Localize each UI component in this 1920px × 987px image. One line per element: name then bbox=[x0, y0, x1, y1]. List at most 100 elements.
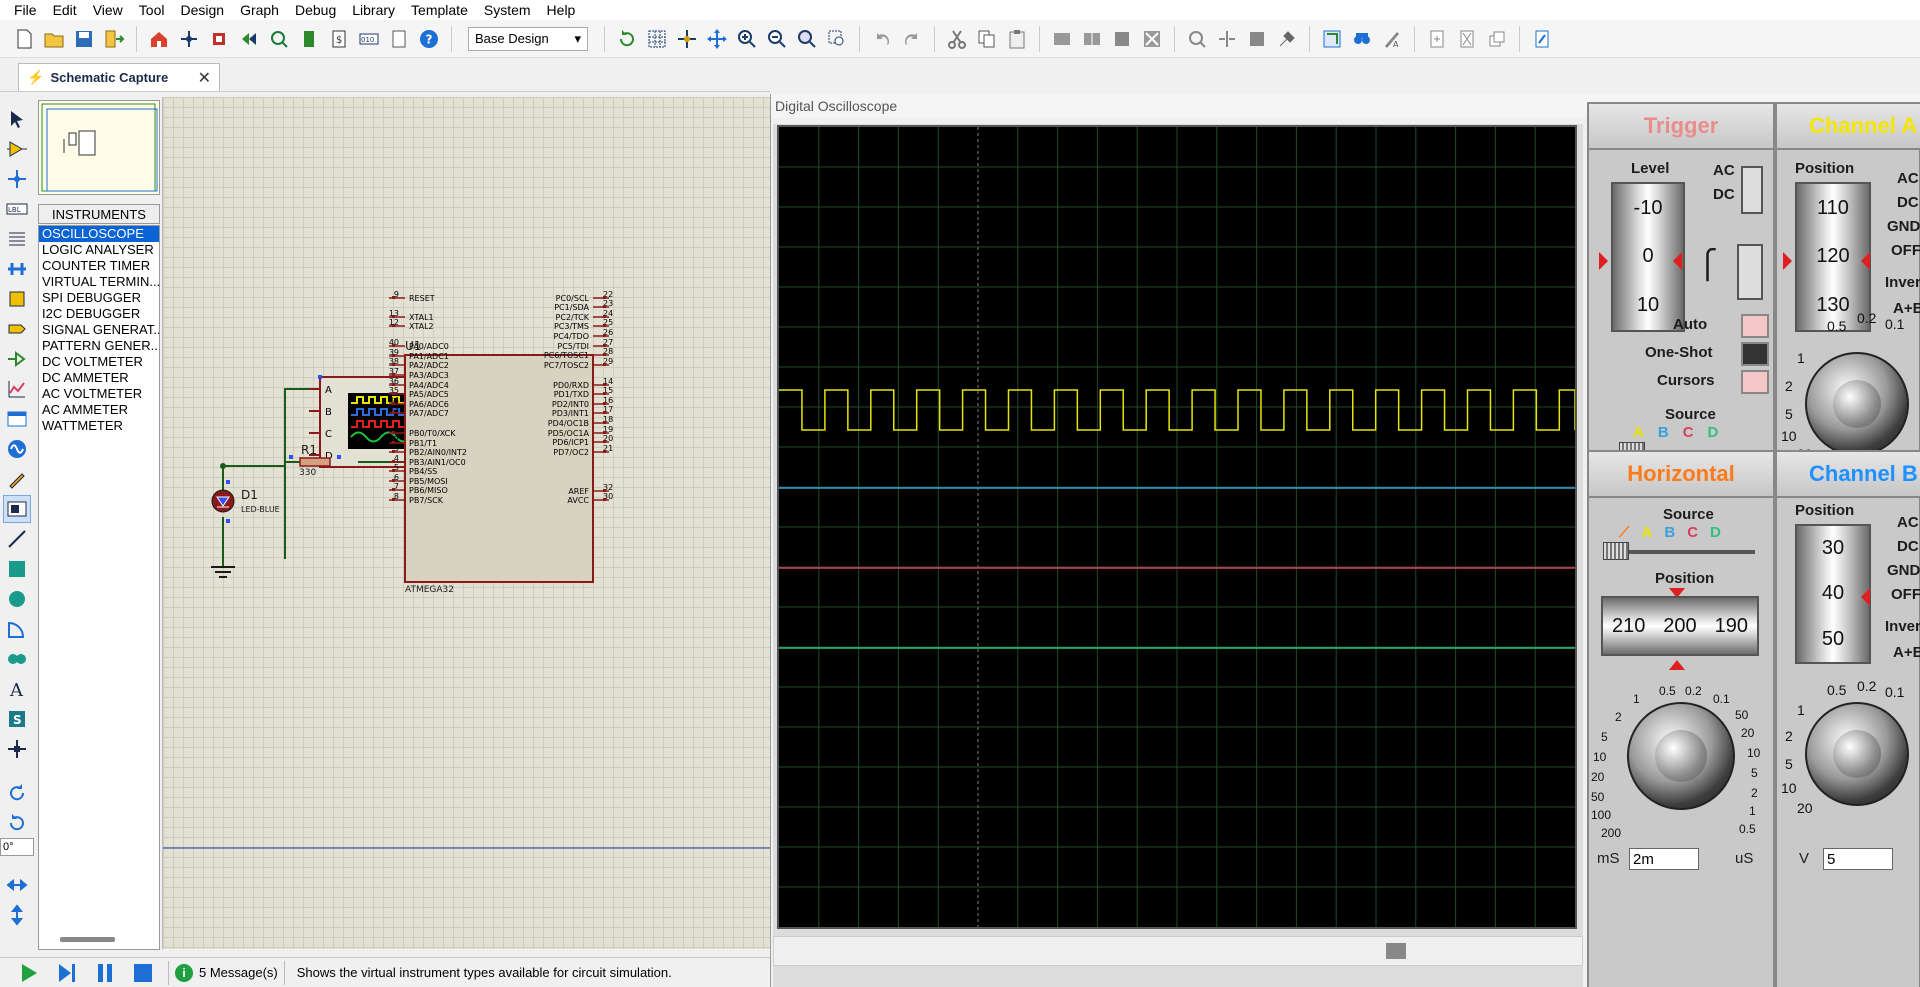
remove-sheet-icon[interactable] bbox=[1453, 25, 1481, 53]
wire-autorouter-icon[interactable] bbox=[1318, 25, 1346, 53]
3d-viewer-icon[interactable] bbox=[265, 25, 293, 53]
cursors-button[interactable] bbox=[1741, 370, 1769, 394]
wire-label-icon[interactable]: LBL bbox=[3, 195, 31, 223]
zoom-area-icon[interactable] bbox=[823, 25, 851, 53]
zoom-all-icon[interactable] bbox=[793, 25, 821, 53]
instrument-list-item[interactable]: VIRTUAL TERMIN... bbox=[39, 274, 159, 290]
menu-tool[interactable]: Tool bbox=[131, 0, 173, 20]
rotate-anticlockwise-icon[interactable] bbox=[3, 809, 31, 837]
cha-invert[interactable]: Invert bbox=[1885, 274, 1920, 291]
overview-window[interactable] bbox=[38, 100, 160, 195]
chb-gnd[interactable]: GND bbox=[1887, 562, 1920, 579]
channel-b-position-drum[interactable]: 30 40 50 bbox=[1795, 524, 1871, 664]
step-icon[interactable] bbox=[54, 960, 80, 986]
gerber-icon[interactable] bbox=[235, 25, 263, 53]
menu-library[interactable]: Library bbox=[344, 0, 403, 20]
schematic-icon[interactable] bbox=[175, 25, 203, 53]
instrument-list-item[interactable]: LOGIC ANALYSER bbox=[39, 242, 159, 258]
mirror-horizontal-icon[interactable] bbox=[3, 871, 31, 899]
menu-help[interactable]: Help bbox=[539, 0, 584, 20]
instrument-list-item[interactable]: OSCILLOSCOPE bbox=[39, 226, 159, 242]
block-copy-icon[interactable] bbox=[1048, 25, 1076, 53]
line-icon[interactable] bbox=[3, 525, 31, 553]
source-c[interactable]: C bbox=[1683, 424, 1694, 441]
mirror-vertical-icon[interactable] bbox=[3, 901, 31, 929]
chb-ac[interactable]: AC bbox=[1897, 514, 1919, 531]
pick-device-icon[interactable] bbox=[1183, 25, 1211, 53]
tape-recorder-icon[interactable] bbox=[3, 405, 31, 433]
source-b[interactable]: B bbox=[1658, 424, 1669, 441]
junction-dot-icon[interactable] bbox=[3, 165, 31, 193]
voltage-probe-icon[interactable] bbox=[3, 465, 31, 493]
h-source-d[interactable]: D bbox=[1710, 524, 1721, 541]
scope-horizontal-scrollbar[interactable] bbox=[773, 936, 1583, 966]
h-source-b[interactable]: B bbox=[1664, 524, 1675, 541]
rotate-clockwise-icon[interactable] bbox=[3, 779, 31, 807]
bus-icon[interactable] bbox=[3, 255, 31, 283]
menu-system[interactable]: System bbox=[476, 0, 539, 20]
property-assignment-icon[interactable]: A bbox=[1378, 25, 1406, 53]
make-device-icon[interactable] bbox=[1213, 25, 1241, 53]
refresh-icon[interactable] bbox=[613, 25, 641, 53]
pan-icon[interactable] bbox=[703, 25, 731, 53]
close-icon[interactable]: ✕ bbox=[198, 68, 211, 88]
block-move-icon[interactable] bbox=[1078, 25, 1106, 53]
help-icon[interactable]: ? bbox=[415, 25, 443, 53]
save-icon[interactable] bbox=[70, 25, 98, 53]
block-delete-icon[interactable] bbox=[1138, 25, 1166, 53]
new-sheet-icon[interactable] bbox=[1423, 25, 1451, 53]
menu-file[interactable]: File bbox=[6, 0, 45, 20]
coupling-switch[interactable] bbox=[1741, 166, 1763, 214]
timebase-field[interactable]: 2m bbox=[1629, 848, 1699, 870]
source-a[interactable]: A bbox=[1633, 424, 1644, 441]
instrument-list-item[interactable]: WATTMETER bbox=[39, 418, 159, 434]
cha-gnd[interactable]: GND bbox=[1887, 218, 1920, 235]
chb-off[interactable]: OFF bbox=[1891, 586, 1920, 603]
tab-schematic-capture[interactable]: ⚡ Schematic Capture ✕ bbox=[18, 63, 220, 91]
stop-icon[interactable] bbox=[130, 960, 156, 986]
instrument-list-item[interactable]: I2C DEBUGGER bbox=[39, 306, 159, 322]
schematic-canvas[interactable]: A B C D R1 330 D1 LED-BLUE U1 ATMEGA32 9… bbox=[162, 97, 770, 949]
import-icon[interactable] bbox=[100, 25, 128, 53]
decompose-icon[interactable] bbox=[1273, 25, 1301, 53]
cha-ac[interactable]: AC bbox=[1897, 170, 1919, 187]
edge-switch[interactable] bbox=[1737, 244, 1763, 300]
packaging-tool-icon[interactable] bbox=[1243, 25, 1271, 53]
menu-edit[interactable]: Edit bbox=[45, 0, 85, 20]
open-folder-icon[interactable] bbox=[40, 25, 68, 53]
menu-view[interactable]: View bbox=[85, 0, 131, 20]
design-explorer-icon[interactable] bbox=[295, 25, 323, 53]
instrument-list-item[interactable]: DC AMMETER bbox=[39, 370, 159, 386]
instrument-list-item[interactable]: AC VOLTMETER bbox=[39, 386, 159, 402]
redo-icon[interactable] bbox=[898, 25, 926, 53]
horizontal-source-slider[interactable] bbox=[1603, 542, 1629, 560]
trigger-source-options[interactable]: A B C D bbox=[1633, 424, 1718, 441]
copy-icon[interactable] bbox=[973, 25, 1001, 53]
menu-template[interactable]: Template bbox=[403, 0, 476, 20]
auto-button[interactable] bbox=[1741, 314, 1769, 338]
pcb-icon[interactable] bbox=[205, 25, 233, 53]
search-tag-icon[interactable] bbox=[1348, 25, 1376, 53]
messages-button[interactable]: i 5 Message(s) bbox=[168, 960, 285, 985]
zoom-in-icon[interactable] bbox=[733, 25, 761, 53]
new-file-icon[interactable] bbox=[10, 25, 38, 53]
zoom-out-icon[interactable] bbox=[763, 25, 791, 53]
undo-icon[interactable] bbox=[868, 25, 896, 53]
pause-icon[interactable] bbox=[92, 960, 118, 986]
electrical-rules-check-icon[interactable] bbox=[1528, 25, 1556, 53]
cha-dc[interactable]: DC bbox=[1897, 194, 1919, 211]
instrument-list-item[interactable]: COUNTER TIMER bbox=[39, 258, 159, 274]
play-icon[interactable] bbox=[16, 960, 42, 986]
marker-icon[interactable] bbox=[3, 735, 31, 763]
design-variant-select[interactable]: Base Design ▾ bbox=[468, 26, 588, 51]
horizontal-source-options[interactable]: ⟋ A B C D bbox=[1619, 524, 1721, 541]
one-shot-button[interactable] bbox=[1741, 342, 1769, 366]
h-source-c[interactable]: C bbox=[1687, 524, 1698, 541]
source-code-icon[interactable]: 010 bbox=[355, 25, 383, 53]
text-icon[interactable]: A bbox=[3, 675, 31, 703]
component-mode-icon[interactable] bbox=[3, 135, 31, 163]
h-source-a[interactable]: A bbox=[1642, 524, 1653, 541]
block-rotate-icon[interactable] bbox=[1108, 25, 1136, 53]
circle-icon[interactable] bbox=[3, 585, 31, 613]
device-pins-icon[interactable] bbox=[3, 345, 31, 373]
